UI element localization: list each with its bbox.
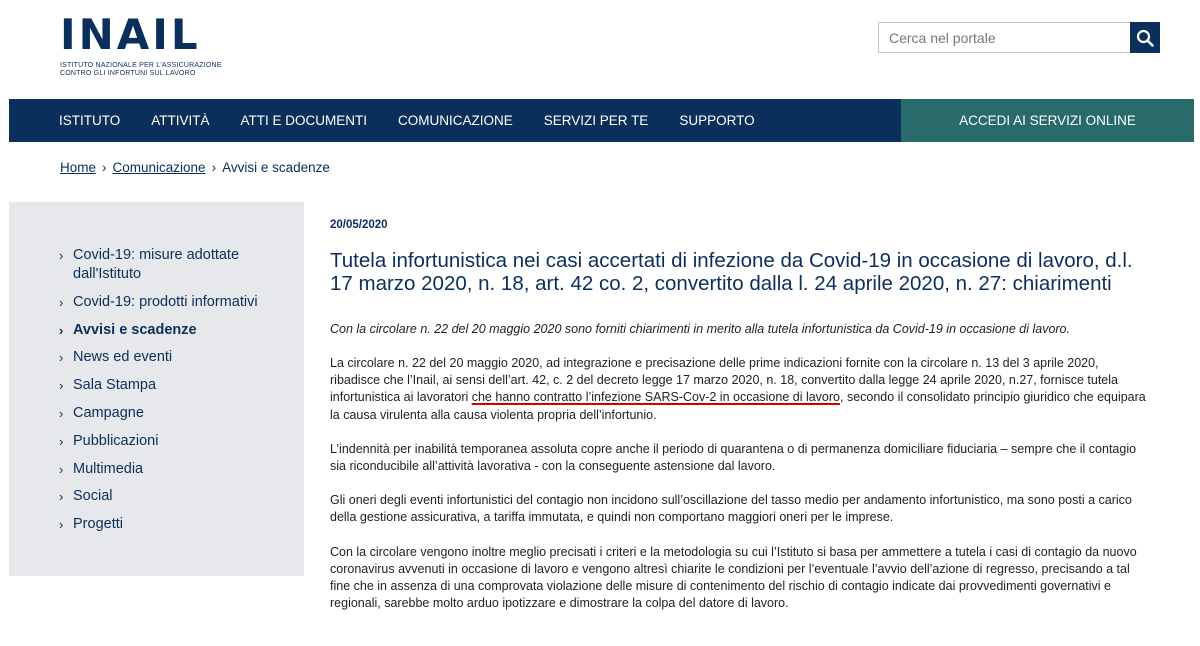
logo-subtitle-line1: ISTITUTO NAZIONALE PER L'ASSICURAZIONE [60, 62, 222, 69]
logo-subtitle-line2: CONTRO GLI INFORTUNI SUL LAVORO [60, 70, 196, 77]
breadcrumb-separator-icon: › [211, 160, 217, 175]
article-paragraph-3: Gli oneri degli eventi infortunistici de… [330, 493, 1132, 525]
sidebar-item-multimedia[interactable]: › Multimedia [59, 460, 289, 479]
nav-item-servizi-per-te[interactable]: SERVIZI PER TE [544, 113, 649, 128]
highlighted-text: che hanno contratto l’infezione SARS-Cov… [471, 390, 840, 405]
sidebar-item-pubblicazioni[interactable]: › Pubblicazioni [59, 432, 289, 451]
sidebar-item-label: Avvisi e scadenze [73, 321, 197, 338]
sidebar-item-covid-prodotti[interactable]: › Covid-19: prodotti informativi [59, 293, 289, 312]
chevron-right-icon: › [59, 322, 64, 338]
sidebar-item-news-ed-eventi[interactable]: › News ed eventi [59, 348, 289, 367]
chevron-right-icon: › [59, 350, 64, 366]
breadcrumb-current: Avvisi e scadenze [222, 160, 330, 175]
online-services-button[interactable]: ACCEDI AI SERVIZI ONLINE [901, 99, 1194, 142]
sidebar-item-label: News ed eventi [73, 349, 173, 366]
article-lead: Con la circolare n. 22 del 20 maggio 202… [330, 322, 1070, 336]
chevron-right-icon: › [59, 294, 64, 310]
article-paragraph-4: Con la circolare vengono inoltre meglio … [330, 544, 1137, 611]
search-bar [878, 22, 1160, 53]
search-button[interactable] [1130, 22, 1160, 53]
chevron-right-icon: › [59, 461, 64, 477]
logo-subtitle: ISTITUTO NAZIONALE PER L'ASSICURAZIONE C… [60, 62, 230, 78]
sidebar-item-label: Sala Stampa [73, 377, 157, 394]
nav-item-istituto[interactable]: ISTITUTO [59, 113, 120, 128]
article: 20/05/2020 Tutela infortunistica nei cas… [330, 219, 1150, 612]
sidebar-item-label: Covid-19: misure adottate dall'Istituto [73, 247, 240, 282]
nav-item-comunicazione[interactable]: COMUNICAZIONE [398, 113, 513, 128]
breadcrumb: Home › Comunicazione › Avvisi e scadenze [60, 160, 330, 175]
main-navigation: ISTITUTO ATTIVITÀ ATTI E DOCUMENTI COMUN… [9, 99, 1194, 142]
nav-item-supporto[interactable]: SUPPORTO [679, 113, 754, 128]
chevron-right-icon: › [59, 405, 64, 421]
sidebar-item-label: Pubblicazioni [73, 432, 159, 449]
sidebar-item-label: Covid-19: prodotti informativi [73, 293, 258, 310]
breadcrumb-home-link[interactable]: Home [60, 160, 96, 175]
search-icon [1136, 29, 1154, 47]
sidebar-item-label: Multimedia [73, 460, 144, 477]
article-paragraph-2: L’indennità per inabilità temporanea ass… [330, 441, 1137, 474]
article-date: 20/05/2020 [330, 219, 388, 231]
nav-item-atti-e-documenti[interactable]: ATTI E DOCUMENTI [241, 113, 368, 128]
sidebar: › Covid-19: misure adottate dall'Istitut… [9, 202, 304, 576]
article-title: Tutela infortunistica nei casi accertati… [330, 249, 1133, 295]
sidebar-menu: › Covid-19: misure adottate dall'Istitut… [59, 246, 289, 543]
sidebar-item-covid-misure[interactable]: › Covid-19: misure adottate dall'Istitut… [59, 246, 289, 284]
sidebar-item-sala-stampa[interactable]: › Sala Stampa [59, 376, 289, 395]
sidebar-item-campagne[interactable]: › Campagne [59, 404, 289, 423]
nav-item-attivita[interactable]: ATTIVITÀ [151, 113, 209, 128]
sidebar-item-social[interactable]: › Social [59, 487, 289, 506]
chevron-right-icon: › [59, 378, 64, 394]
chevron-right-icon: › [59, 248, 64, 263]
sidebar-item-progetti[interactable]: › Progetti [59, 515, 289, 534]
sidebar-item-label: Progetti [73, 516, 123, 533]
sidebar-item-avvisi-e-scadenze[interactable]: › Avvisi e scadenze [59, 321, 289, 340]
sidebar-item-label: Campagne [73, 404, 144, 421]
logo-wordmark: INAIL [60, 10, 201, 59]
breadcrumb-separator-icon: › [102, 160, 107, 175]
nav-items: ISTITUTO ATTIVITÀ ATTI E DOCUMENTI COMUN… [59, 99, 786, 142]
inail-logo[interactable]: INAIL ISTITUTO NAZIONALE PER L'ASSICURAZ… [60, 14, 230, 80]
breadcrumb-comunicazione-link[interactable]: Comunicazione [113, 160, 206, 175]
search-input[interactable] [878, 22, 1130, 53]
chevron-right-icon: › [59, 433, 64, 449]
chevron-right-icon: › [59, 517, 64, 533]
article-paragraph-1: La circolare n. 22 del 20 maggio 2020, a… [330, 355, 1150, 424]
sidebar-item-label: Social [73, 488, 113, 505]
chevron-right-icon: › [59, 489, 64, 505]
